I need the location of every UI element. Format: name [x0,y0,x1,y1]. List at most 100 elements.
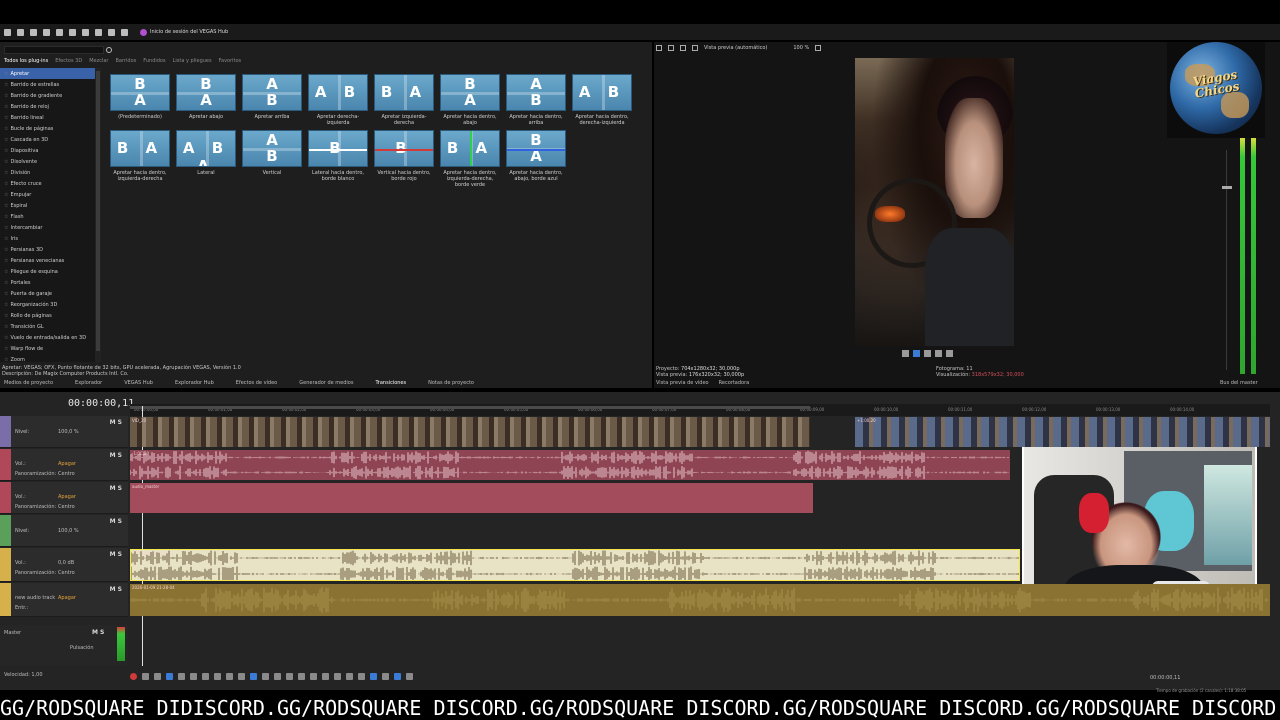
favorite-star-icon[interactable]: ☆ [4,291,8,297]
snapshot-icon[interactable] [946,350,953,357]
external-monitor-icon[interactable] [668,45,674,51]
tab-favorites[interactable]: Favoritos [219,58,242,64]
audio-clip[interactable]: -1:0C,20 [130,450,1010,480]
transition-list-item[interactable]: ☆ Apretar [0,68,96,79]
favorite-star-icon[interactable]: ☆ [4,247,8,253]
loop-playback-icon[interactable] [142,673,149,680]
redo-icon[interactable] [121,28,128,36]
favorite-star-icon[interactable]: ☆ [4,236,8,242]
tab-wipes[interactable]: Barridos [116,58,137,64]
track-mute-solo[interactable]: M S [110,452,122,459]
snapping-icon[interactable] [370,673,377,680]
copy-icon[interactable] [69,28,76,36]
tab-fades[interactable]: Fundidos [143,58,165,64]
favorite-star-icon[interactable]: ☆ [4,203,8,209]
dock-tab[interactable]: Explorador Hub [175,380,214,386]
tab-all-plugins[interactable]: Todos los plug-ins [4,58,48,64]
stop-icon[interactable] [190,673,197,680]
transition-preset-thumbnail[interactable]: A B Apretar arriba [242,74,302,120]
favorite-star-icon[interactable]: ☆ [4,137,8,143]
dock-tab[interactable]: VEGAS Hub [124,380,153,386]
transition-list-item[interactable]: ☆ Flash [0,211,96,222]
play-icon[interactable] [166,673,173,680]
transition-preset-thumbnail[interactable]: A B A Lateral [176,130,236,176]
favorite-star-icon[interactable]: ☆ [4,225,8,231]
transition-preset-thumbnail[interactable]: B A (Predeterminado) [110,74,170,120]
transition-list-item[interactable]: ☆ Pliegue de esquina [0,266,96,277]
favorite-star-icon[interactable]: ☆ [4,214,8,220]
split-screen-icon[interactable] [692,45,698,51]
transition-list-item[interactable]: ☆ Disolvente [0,156,96,167]
track-header[interactable]: M S new audio track Apagar Entr.: [0,583,128,617]
cut-icon[interactable] [56,28,63,36]
new-file-icon[interactable] [4,28,11,36]
go-to-start-icon[interactable] [202,673,209,680]
transition-list-item[interactable]: ☆ Barrido de reloj [0,101,96,112]
track-param-value[interactable]: Apagar [58,461,76,467]
transition-list-item[interactable]: ☆ Zoom [0,354,96,363]
loop-region-bar[interactable] [130,406,810,409]
transition-list-item[interactable]: ☆ Persianas 3D [0,244,96,255]
transition-list-item[interactable]: ☆ Diapositiva [0,145,96,156]
favorite-star-icon[interactable]: ☆ [4,71,8,77]
track-header[interactable]: M S Vol.: Apagar Panoramización: Centro [0,482,128,514]
audio-clip[interactable]: 2026-01-09 21-28-04 [130,584,1270,616]
transition-list-item[interactable]: ☆ Warp flow de [0,343,96,354]
favorite-star-icon[interactable]: ☆ [4,335,8,341]
transition-preset-thumbnail[interactable]: B A Apretar hacia dentro, abajo [440,74,500,126]
track-mute-solo[interactable]: M S [110,551,122,558]
transition-list-item[interactable]: ☆ Transición GL [0,321,96,332]
undo-icon[interactable] [108,28,115,36]
delete-icon[interactable] [298,673,305,680]
track-header[interactable]: M S Vol.: 0,0 dB Panoramización: Centro [0,548,128,582]
transition-list-item[interactable]: ☆ Espiral [0,200,96,211]
track-header[interactable]: M S Nivel: 100,0 % [0,416,128,448]
play-from-start-icon[interactable] [154,673,161,680]
fx-icon[interactable] [680,45,686,51]
settings-icon[interactable] [43,28,50,36]
split-icon[interactable] [322,673,329,680]
favorite-star-icon[interactable]: ☆ [4,170,8,176]
transition-list-item[interactable]: ☆ Cascada en 3D [0,134,96,145]
region-icon[interactable] [358,673,365,680]
favorite-star-icon[interactable]: ☆ [4,357,8,363]
loop-icon[interactable] [902,350,909,357]
search-input[interactable] [4,45,104,54]
tab-mix[interactable]: Mezclar [89,58,108,64]
previous-frame-icon[interactable] [214,673,221,680]
transition-preset-thumbnail[interactable]: B Vertical hacia dentro, borde rojo [374,130,434,182]
favorite-star-icon[interactable]: ☆ [4,192,8,198]
audio-clip[interactable]: audio_master [130,483,813,513]
favorite-star-icon[interactable]: ☆ [4,302,8,308]
transition-list-item[interactable]: ☆ Bucle de páginas [0,123,96,134]
transition-list-item[interactable]: ☆ Vuelo de entrada/salida en 3D [0,332,96,343]
tab-lists[interactable]: Lista y pliegues [173,58,212,64]
track-param-value[interactable]: Apagar [58,494,76,500]
transition-list-item[interactable]: ☆ Efecto cruce [0,178,96,189]
save-icon[interactable] [30,28,37,36]
auto-crossfade-icon[interactable] [382,673,389,680]
transition-list-item[interactable]: ☆ Barrido de gradiente [0,90,96,101]
search-icon[interactable] [106,46,112,53]
favorite-star-icon[interactable]: ☆ [4,324,8,330]
track-mute-solo[interactable]: M S [110,419,122,426]
favorite-star-icon[interactable]: ☆ [4,104,8,110]
track-param-value[interactable]: Apagar [58,595,76,601]
transition-list-item[interactable]: ☆ Empujar [0,189,96,200]
grouping-icon[interactable] [406,673,413,680]
dock-tab[interactable]: Notas de proyecto [428,380,474,386]
play-icon[interactable] [913,350,920,357]
transition-preset-thumbnail[interactable]: A B Apretar derecha-izquierda [308,74,368,126]
marker-icon[interactable] [346,673,353,680]
next-frame-icon[interactable] [226,673,233,680]
transition-list-item[interactable]: ☆ Intercambiar [0,222,96,233]
record-icon[interactable] [130,673,137,680]
playback-speed[interactable]: Velocidad: 1,00 [4,672,43,678]
track-param-value[interactable]: Centro [58,504,75,510]
transition-list-item[interactable]: ☆ Rollo de páginas [0,310,96,321]
audio-clip-selected[interactable]: 2026-01-08 21-28-2 [130,549,1020,581]
pause-icon[interactable] [924,350,931,357]
open-folder-icon[interactable] [17,28,24,36]
overlays-icon[interactable] [815,45,822,51]
normal-edit-tool-icon[interactable] [250,673,257,680]
